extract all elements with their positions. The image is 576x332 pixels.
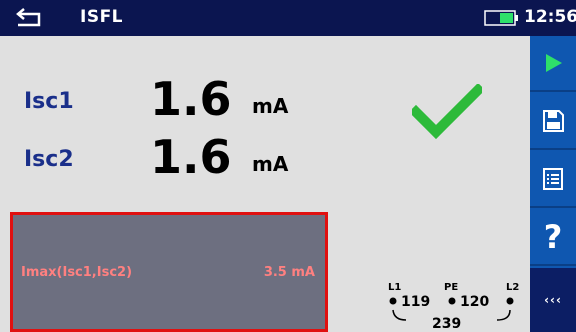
result-unit: mA: [252, 94, 289, 118]
voltage-l1-pe: 119: [401, 294, 430, 310]
more-icon: ‹‹‹: [544, 293, 562, 307]
terminal-dot-pe: [448, 297, 456, 305]
terminal-voltage-diagram: L1 PE L2 119 120 239: [388, 282, 519, 332]
start-test-button[interactable]: [530, 36, 576, 92]
sidebar: ? ‹‹‹: [530, 36, 576, 332]
terminal-dot-l1: [389, 297, 397, 305]
voltage-pe-l2: 120: [460, 294, 489, 310]
limit-label: Imax(Isc1,Isc2): [21, 265, 133, 280]
results-list-button[interactable]: [530, 152, 576, 208]
result-unit: mA: [252, 152, 289, 176]
voltage-l1-l2: 239: [432, 316, 461, 332]
limit-box[interactable]: Imax(Isc1,Isc2) 3.5 mA: [10, 212, 328, 332]
save-button[interactable]: [530, 94, 576, 150]
more-options-button[interactable]: ‹‹‹: [530, 268, 576, 332]
battery-icon: [484, 10, 518, 26]
result-label: Isc2: [24, 147, 74, 172]
terminal-label-pe: PE: [444, 282, 458, 293]
result-row: Isc2 1.6 mA: [0, 124, 380, 180]
page-title: ISFL: [80, 7, 124, 27]
header-bar: ISFL 12:56: [0, 0, 576, 36]
measurement-panel: Isc1 1.6 mA Isc2 1.6 mA Imax(Isc1,Isc2) …: [0, 36, 530, 332]
result-value: 1.6: [150, 72, 232, 126]
result-value: 1.6: [150, 130, 232, 184]
terminal-label-l2: L2: [506, 282, 519, 293]
play-icon: [546, 54, 562, 72]
back-arrow-icon[interactable]: [15, 6, 45, 28]
help-icon: ?: [543, 218, 563, 256]
clock-time: 12:56: [524, 7, 576, 27]
terminal-dot-l2: [506, 297, 514, 305]
list-icon: [543, 168, 563, 190]
result-row: Isc1 1.6 mA: [0, 66, 380, 122]
save-icon: [543, 110, 564, 132]
check-icon: [412, 84, 482, 140]
help-button[interactable]: ?: [530, 210, 576, 266]
result-label: Isc1: [24, 89, 74, 114]
terminal-label-l1: L1: [388, 282, 401, 293]
limit-value: 3.5 mA: [263, 265, 315, 280]
